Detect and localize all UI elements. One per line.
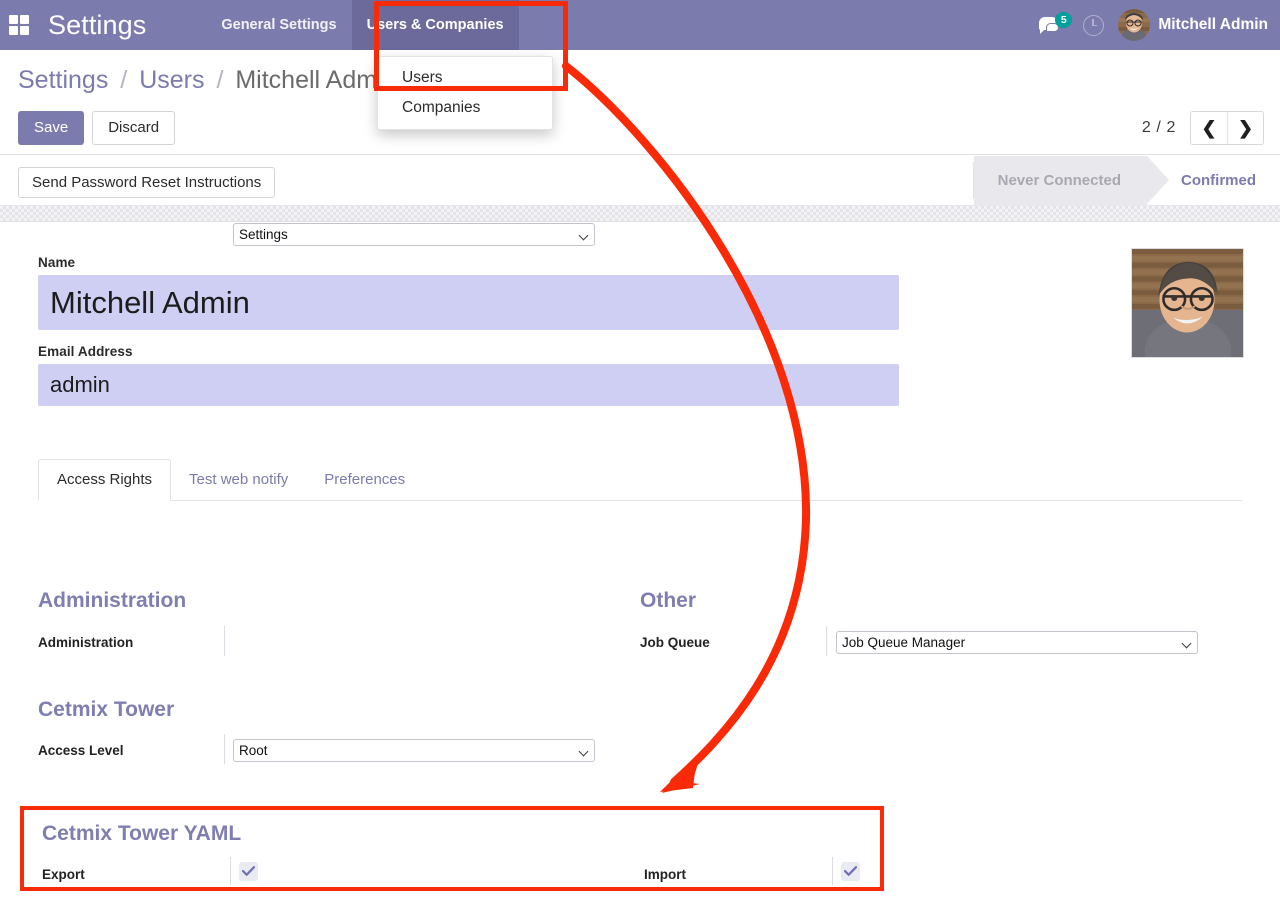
chevron-right-icon[interactable]: ❯: [1227, 112, 1263, 144]
dropdown-item-users[interactable]: Users: [378, 63, 552, 93]
email-field[interactable]: admin: [38, 364, 899, 406]
breadcrumb-separator: /: [216, 66, 224, 94]
menu-item-users-and-companies[interactable]: Users & Companies: [351, 0, 519, 50]
pager-buttons: ❮ ❯: [1190, 111, 1264, 145]
field-divider: [224, 626, 225, 656]
field-divider: [230, 857, 231, 885]
apps-grid-icon[interactable]: [8, 15, 30, 35]
users-and-companies-dropdown: Users Companies: [377, 56, 553, 130]
dropdown-item-companies[interactable]: Companies: [378, 93, 552, 123]
export-checkbox[interactable]: [239, 862, 258, 881]
breadcrumb-item-settings[interactable]: Settings: [18, 66, 108, 94]
discard-button[interactable]: Discard: [92, 111, 176, 145]
app-brand-title[interactable]: Settings: [48, 10, 146, 41]
main-menu: General Settings Users & Companies: [206, 0, 519, 50]
status-stage-never-connected[interactable]: Never Connected: [973, 156, 1170, 205]
cetmix-tower-yaml-group: Cetmix Tower YAML Export Import: [20, 806, 884, 891]
breadcrumb-item-current: Mitchell Admin: [235, 66, 397, 94]
field-label-access-level: Access Level: [38, 743, 124, 758]
pager: 2 / 2 ❮ ❯: [1142, 111, 1264, 145]
user-menu[interactable]: Mitchell Admin: [1118, 9, 1268, 41]
field-divider: [832, 857, 833, 885]
tab-test-web-notify[interactable]: Test web notify: [171, 460, 306, 500]
field-label-administration: Administration: [38, 635, 134, 650]
statusbar: Never Connected Confirmed: [972, 156, 1280, 205]
field-divider: [224, 734, 225, 764]
field-divider: [826, 626, 827, 656]
save-button[interactable]: Save: [18, 111, 85, 145]
job-queue-select[interactable]: Job Queue Manager: [836, 631, 1198, 654]
group-title-cetmix-tower-yaml: Cetmix Tower YAML: [42, 822, 242, 845]
breadcrumb-separator: /: [120, 66, 128, 94]
statusbar-row: Send Password Reset Instructions Never C…: [0, 156, 1280, 206]
chevron-left-icon[interactable]: ❮: [1191, 112, 1227, 144]
email-label: Email Address: [38, 344, 133, 359]
tab-access-rights[interactable]: Access Rights: [38, 459, 172, 501]
field-label-export: Export: [42, 867, 85, 882]
group-title-administration: Administration: [38, 589, 187, 612]
user-photo[interactable]: [1131, 248, 1244, 358]
import-checkbox[interactable]: [841, 862, 860, 881]
breadcrumb: Settings / Users / Mitchell Admin: [18, 66, 397, 95]
name-input[interactable]: Mitchell Admin: [38, 275, 899, 330]
top-navbar: Settings General Settings Users & Compan…: [0, 0, 1280, 50]
control-panel: Settings / Users / Mitchell Admin Save D…: [0, 50, 1280, 155]
breadcrumb-item-users[interactable]: Users: [139, 66, 204, 94]
chat-bubble-icon[interactable]: 5: [1039, 12, 1073, 37]
group-title-cetmix-tower: Cetmix Tower: [38, 698, 175, 721]
group-title-other: Other: [640, 589, 697, 612]
administration-select[interactable]: Settings: [233, 223, 595, 246]
menu-item-general-settings[interactable]: General Settings: [206, 0, 351, 50]
name-label: Name: [38, 255, 76, 270]
field-label-import: Import: [644, 867, 686, 882]
avatar: [1118, 9, 1151, 41]
pager-count: 2 / 2: [1141, 119, 1176, 136]
record-actions: Save Discard: [18, 111, 176, 145]
sheet-top-hatch-divider: [0, 206, 1280, 222]
navbar-right-actions: 5 Mitchell Admin: [1039, 0, 1272, 50]
send-password-reset-button[interactable]: Send Password Reset Instructions: [18, 167, 276, 198]
field-label-job-queue: Job Queue: [640, 635, 710, 650]
odoo-settings-page: Settings General Settings Users & Compan…: [0, 0, 1280, 911]
notebook-tabs: Access Rights Test web notify Preference…: [38, 459, 1242, 501]
clock-icon[interactable]: [1083, 14, 1105, 36]
tab-preferences[interactable]: Preferences: [306, 460, 423, 500]
user-name-label: Mitchell Admin: [1158, 16, 1268, 33]
access-level-select[interactable]: Root: [233, 739, 595, 762]
messages-count-badge: 5: [1055, 12, 1073, 28]
